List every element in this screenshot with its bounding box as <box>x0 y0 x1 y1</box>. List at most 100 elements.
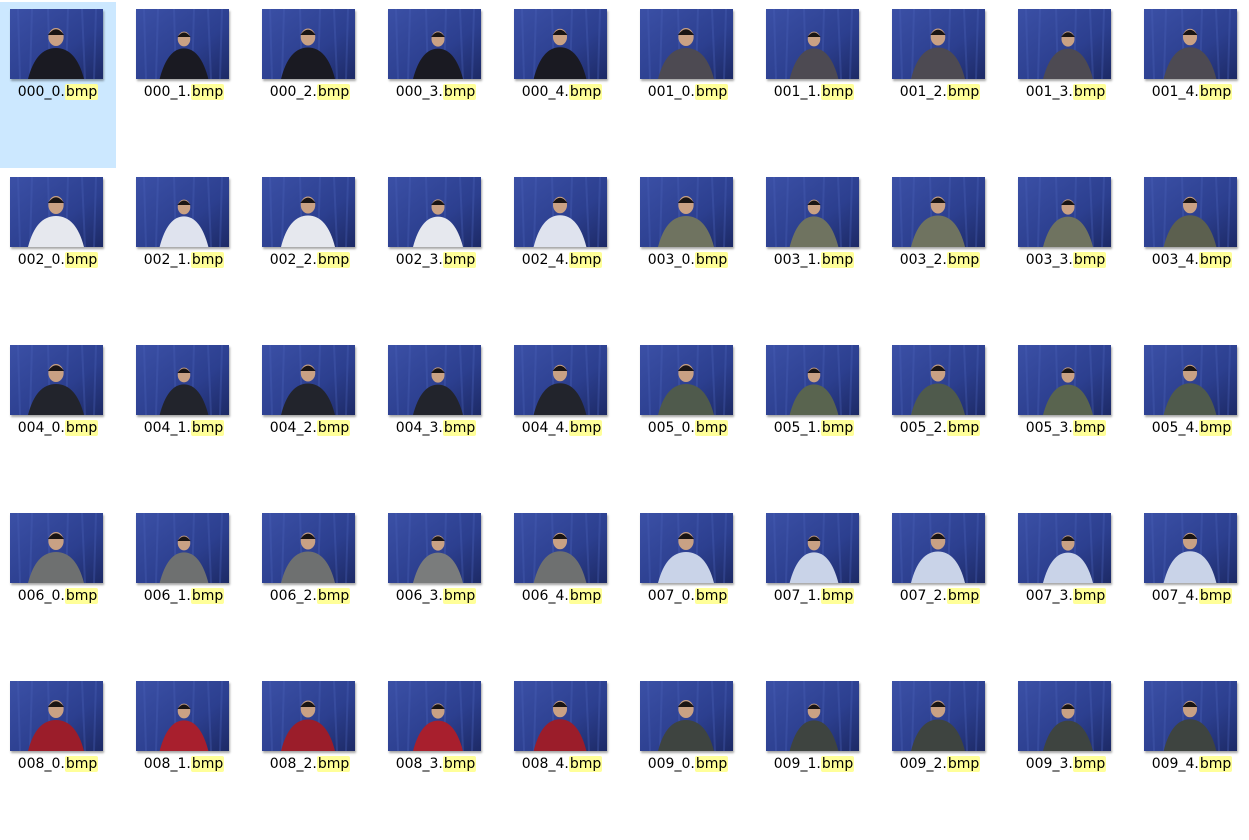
file-thumbnail[interactable] <box>262 345 355 415</box>
file-thumbnail[interactable] <box>1144 177 1237 247</box>
file-thumbnail[interactable] <box>892 9 985 79</box>
file-item[interactable]: 003_4.bmp <box>1134 170 1249 336</box>
file-thumbnail[interactable] <box>262 681 355 751</box>
file-thumbnail[interactable] <box>766 345 859 415</box>
file-thumbnail[interactable] <box>262 513 355 583</box>
file-item[interactable]: 000_0.bmp <box>0 2 116 168</box>
file-item[interactable]: 007_4.bmp <box>1134 506 1249 672</box>
file-item[interactable]: 009_2.bmp <box>882 674 998 840</box>
file-item[interactable]: 004_4.bmp <box>504 338 620 504</box>
file-item[interactable]: 001_2.bmp <box>882 2 998 168</box>
file-thumbnail[interactable] <box>1018 681 1111 751</box>
file-item[interactable]: 008_4.bmp <box>504 674 620 840</box>
file-thumbnail[interactable] <box>514 177 607 247</box>
file-item[interactable]: 005_3.bmp <box>1008 338 1124 504</box>
file-thumbnail[interactable] <box>1144 681 1237 751</box>
file-thumbnail[interactable] <box>766 177 859 247</box>
file-thumbnail[interactable] <box>766 681 859 751</box>
file-item[interactable]: 001_4.bmp <box>1134 2 1249 168</box>
file-thumbnail[interactable] <box>262 177 355 247</box>
file-item[interactable]: 006_1.bmp <box>126 506 242 672</box>
file-thumbnail[interactable] <box>136 177 229 247</box>
file-thumbnail[interactable] <box>1018 345 1111 415</box>
file-item[interactable]: 009_1.bmp <box>756 674 872 840</box>
file-item[interactable]: 003_2.bmp <box>882 170 998 336</box>
file-thumbnail[interactable] <box>388 345 481 415</box>
file-item[interactable]: 001_3.bmp <box>1008 2 1124 168</box>
file-thumbnail[interactable] <box>640 681 733 751</box>
file-item[interactable]: 002_4.bmp <box>504 170 620 336</box>
file-item[interactable]: 004_0.bmp <box>0 338 116 504</box>
file-item[interactable]: 008_2.bmp <box>252 674 368 840</box>
file-thumbnail[interactable] <box>640 9 733 79</box>
file-item[interactable]: 004_2.bmp <box>252 338 368 504</box>
file-thumbnail[interactable] <box>514 345 607 415</box>
file-item[interactable]: 007_1.bmp <box>756 506 872 672</box>
file-thumbnail[interactable] <box>1144 345 1237 415</box>
file-thumbnail[interactable] <box>1018 513 1111 583</box>
file-thumbnail[interactable] <box>1144 513 1237 583</box>
file-item[interactable]: 005_0.bmp <box>630 338 746 504</box>
file-thumbnail[interactable] <box>892 513 985 583</box>
file-item[interactable]: 000_1.bmp <box>126 2 242 168</box>
file-item[interactable]: 005_4.bmp <box>1134 338 1249 504</box>
file-thumbnail[interactable] <box>1018 177 1111 247</box>
file-thumbnail[interactable] <box>136 681 229 751</box>
file-item[interactable]: 007_3.bmp <box>1008 506 1124 672</box>
file-thumbnail[interactable] <box>10 9 103 79</box>
file-thumbnail[interactable] <box>10 681 103 751</box>
file-item[interactable]: 002_1.bmp <box>126 170 242 336</box>
file-item[interactable]: 000_2.bmp <box>252 2 368 168</box>
file-item[interactable]: 002_2.bmp <box>252 170 368 336</box>
file-thumbnail[interactable] <box>388 681 481 751</box>
file-item[interactable]: 009_0.bmp <box>630 674 746 840</box>
file-item[interactable]: 000_3.bmp <box>378 2 494 168</box>
file-item[interactable]: 006_3.bmp <box>378 506 494 672</box>
file-thumbnail[interactable] <box>514 681 607 751</box>
file-thumbnail[interactable] <box>10 345 103 415</box>
file-item[interactable]: 005_1.bmp <box>756 338 872 504</box>
file-item[interactable]: 001_1.bmp <box>756 2 872 168</box>
file-item[interactable]: 007_2.bmp <box>882 506 998 672</box>
file-item[interactable]: 003_3.bmp <box>1008 170 1124 336</box>
file-item[interactable]: 006_2.bmp <box>252 506 368 672</box>
file-thumbnail[interactable] <box>640 513 733 583</box>
file-item[interactable]: 001_0.bmp <box>630 2 746 168</box>
file-item[interactable]: 006_0.bmp <box>0 506 116 672</box>
file-item[interactable]: 008_3.bmp <box>378 674 494 840</box>
file-thumbnail[interactable] <box>892 681 985 751</box>
file-item[interactable]: 003_1.bmp <box>756 170 872 336</box>
file-item[interactable]: 009_4.bmp <box>1134 674 1249 840</box>
file-thumbnail[interactable] <box>1018 9 1111 79</box>
file-item[interactable]: 008_1.bmp <box>126 674 242 840</box>
file-thumbnail[interactable] <box>892 177 985 247</box>
file-item[interactable]: 008_0.bmp <box>0 674 116 840</box>
file-thumbnail[interactable] <box>640 345 733 415</box>
file-thumbnail[interactable] <box>136 9 229 79</box>
file-thumbnail[interactable] <box>514 513 607 583</box>
file-thumbnail[interactable] <box>388 513 481 583</box>
file-item[interactable]: 004_3.bmp <box>378 338 494 504</box>
file-thumbnail[interactable] <box>514 9 607 79</box>
file-thumbnail[interactable] <box>892 345 985 415</box>
file-thumbnail[interactable] <box>262 9 355 79</box>
file-item[interactable]: 007_0.bmp <box>630 506 746 672</box>
file-thumbnail[interactable] <box>10 177 103 247</box>
file-thumbnail[interactable] <box>1144 9 1237 79</box>
file-item[interactable]: 003_0.bmp <box>630 170 746 336</box>
file-item[interactable]: 005_2.bmp <box>882 338 998 504</box>
file-thumbnail[interactable] <box>136 345 229 415</box>
file-thumbnail[interactable] <box>766 9 859 79</box>
file-item[interactable]: 000_4.bmp <box>504 2 620 168</box>
file-thumbnail[interactable] <box>388 9 481 79</box>
file-thumbnail[interactable] <box>766 513 859 583</box>
file-thumbnail[interactable] <box>10 513 103 583</box>
file-item[interactable]: 002_0.bmp <box>0 170 116 336</box>
file-item[interactable]: 009_3.bmp <box>1008 674 1124 840</box>
file-thumbnail[interactable] <box>640 177 733 247</box>
file-item[interactable]: 004_1.bmp <box>126 338 242 504</box>
file-item[interactable]: 002_3.bmp <box>378 170 494 336</box>
file-thumbnail[interactable] <box>388 177 481 247</box>
file-item[interactable]: 006_4.bmp <box>504 506 620 672</box>
file-thumbnail[interactable] <box>136 513 229 583</box>
